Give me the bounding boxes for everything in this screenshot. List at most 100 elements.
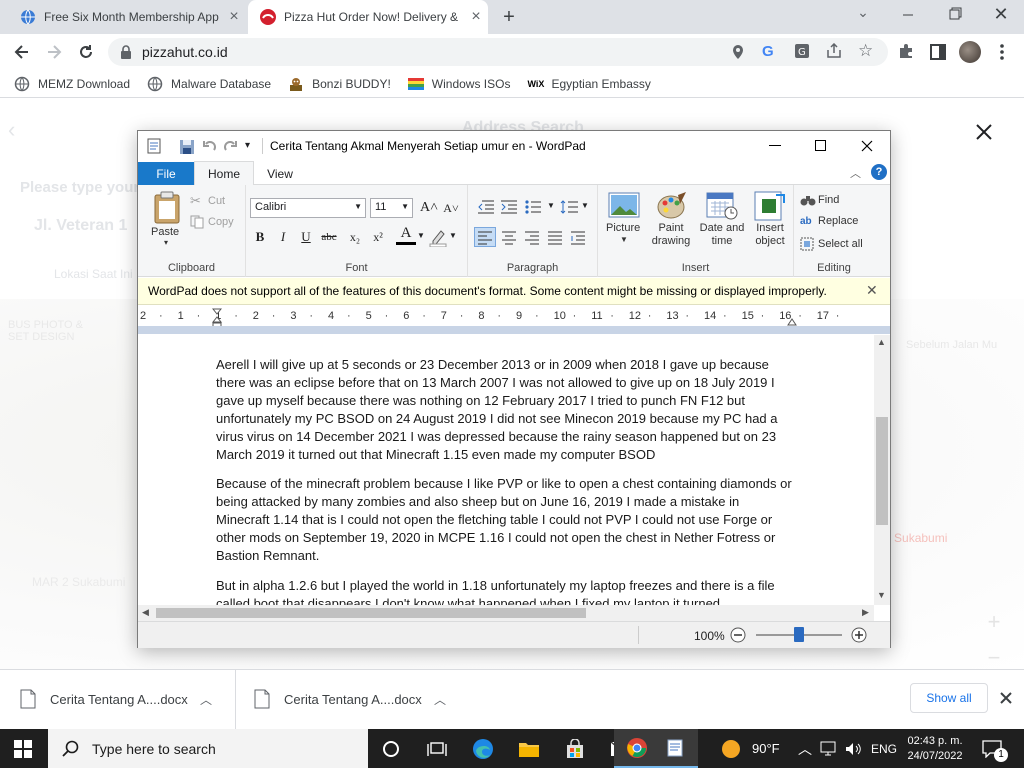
italic-button[interactable]: I	[273, 227, 293, 247]
translate-icon[interactable]: G	[794, 43, 810, 59]
right-indent-marker-icon[interactable]	[787, 316, 797, 326]
weather-widget[interactable]: 90°F	[722, 729, 780, 768]
input-language[interactable]: ENG	[871, 729, 897, 768]
decrease-indent-icon[interactable]	[476, 199, 496, 215]
bookmark-bonzi-buddy[interactable]: Bonzi BUDDY!	[288, 76, 391, 92]
line-spacing-icon[interactable]	[560, 199, 580, 215]
superscript-button[interactable]: x²	[368, 227, 388, 247]
tab-free-membership[interactable]: Free Six Month Membership App ×	[8, 0, 246, 34]
find-button[interactable]: Find	[800, 193, 839, 207]
scroll-up-icon[interactable]: ▲	[877, 337, 886, 347]
bold-button[interactable]: B	[250, 227, 270, 247]
tray-chevron-up-icon[interactable]: ︿	[798, 729, 812, 768]
help-icon[interactable]: ?	[871, 164, 887, 180]
bookmark-windows-isos[interactable]: Windows ISOs	[407, 76, 510, 92]
avatar[interactable]	[959, 41, 981, 63]
bookmark-memz[interactable]: MEMZ Download	[14, 76, 130, 92]
wordpad-maximize-button[interactable]	[798, 131, 844, 161]
chevron-up-icon[interactable]: ︿	[434, 691, 446, 708]
google-icon[interactable]: G	[762, 43, 778, 60]
save-icon[interactable]	[179, 139, 195, 155]
date-time-button[interactable]: Date and time	[698, 191, 746, 257]
align-right-button[interactable]	[522, 228, 542, 246]
grow-font-button[interactable]: A˄	[419, 198, 439, 218]
font-family-select[interactable]: Calibri ▼	[250, 198, 366, 218]
bookmark-malware-database[interactable]: Malware Database	[147, 76, 271, 92]
share-icon[interactable]	[826, 43, 842, 59]
align-center-button[interactable]	[499, 228, 519, 246]
zoom-in-map-icon[interactable]: +	[982, 609, 1006, 635]
justify-button[interactable]	[545, 228, 565, 246]
show-all-button[interactable]: Show all	[910, 683, 988, 713]
close-shelf-icon[interactable]	[998, 690, 1014, 706]
download-item[interactable]: Cerita Tentang A....docx ︿	[236, 669, 472, 729]
zoom-slider-thumb[interactable]	[794, 627, 804, 642]
scroll-down-icon[interactable]: ▼	[877, 590, 886, 600]
close-warning-icon[interactable]: ✕	[866, 282, 878, 299]
bookmark-egyptian-embassy[interactable]: WiX Egyptian Embassy	[527, 76, 650, 92]
close-modal-icon[interactable]	[972, 120, 996, 144]
wordpad-taskbar-icon[interactable]	[652, 729, 698, 768]
picture-button[interactable]: Picture ▼	[604, 191, 644, 257]
undo-icon[interactable]	[201, 138, 217, 154]
replace-button[interactable]: ab Replace	[800, 215, 858, 227]
redo-icon[interactable]	[223, 138, 239, 154]
cortana-icon[interactable]	[368, 729, 414, 768]
bookmark-star-icon[interactable]: ☆	[858, 41, 876, 61]
vertical-scroll-thumb[interactable]	[876, 417, 888, 525]
reload-icon[interactable]	[76, 42, 96, 62]
scroll-left-icon[interactable]: ◀	[142, 607, 149, 618]
underline-button[interactable]: U	[296, 227, 316, 247]
zoom-out-icon[interactable]	[730, 627, 746, 643]
tab-search-chevron-icon[interactable]: ⌄	[852, 4, 874, 21]
tab-view[interactable]: View	[258, 162, 302, 186]
forward-arrow-icon[interactable]	[44, 42, 64, 62]
tab-file[interactable]: File	[138, 162, 194, 186]
bullets-dropdown-icon[interactable]: ▼	[547, 201, 555, 210]
quick-access-dropdown-icon[interactable]: ▾	[245, 140, 257, 152]
paste-dropdown-icon[interactable]: ▾	[164, 238, 168, 247]
document-paragraph[interactable]: Aerell I will give up at 5 seconds or 23…	[216, 356, 796, 464]
microsoft-store-icon[interactable]	[552, 729, 598, 768]
restore-icon[interactable]	[944, 6, 966, 22]
menu-kebab-icon[interactable]	[996, 42, 1008, 62]
font-size-select[interactable]: 11 ▼	[370, 198, 413, 218]
paste-button[interactable]: Paste ▾	[148, 191, 186, 247]
zoom-out-map-icon[interactable]: −	[982, 645, 1006, 669]
bullets-icon[interactable]	[524, 199, 546, 215]
text-color-dropdown-icon[interactable]: ▼	[417, 231, 425, 240]
tab-pizza-hut[interactable]: Pizza Hut Order Now! Delivery & ×	[248, 0, 488, 34]
wordpad-minimize-button[interactable]	[752, 131, 798, 161]
file-explorer-icon[interactable]	[506, 729, 552, 768]
notifications-icon[interactable]: 1	[982, 729, 1008, 768]
edge-icon[interactable]	[460, 729, 506, 768]
close-tab-icon[interactable]: ×	[222, 8, 246, 26]
ruler[interactable]: 2 · 1 · 1 · 2 · 3 · 4 · 5 · 6 · 7 · 8 · 9 · 10 · 11 · 12 · 13 · 14 · 15 ·…	[138, 306, 890, 334]
download-item[interactable]: Cerita Tentang A....docx ︿	[0, 669, 236, 729]
new-tab-button[interactable]: +	[498, 6, 520, 28]
paint-drawing-button[interactable]: Paint drawing	[648, 191, 694, 257]
volume-icon[interactable]	[844, 729, 862, 768]
url-text[interactable]: pizzahut.co.id	[142, 44, 228, 60]
wordpad-app-icon[interactable]	[146, 138, 162, 154]
highlight-icon[interactable]	[429, 227, 447, 247]
chevron-up-icon[interactable]: ︿	[200, 691, 212, 708]
document-area[interactable]: Aerell I will give up at 5 seconds or 23…	[138, 335, 874, 605]
tab-home[interactable]: Home	[194, 161, 254, 186]
insert-object-button[interactable]: Insert object	[748, 191, 792, 257]
highlight-dropdown-icon[interactable]: ▼	[449, 231, 457, 240]
subscript-button[interactable]: x₂	[345, 227, 365, 247]
wordpad-close-button[interactable]	[844, 131, 890, 161]
document-paragraph[interactable]: But in alpha 1.2.6 but I played the worl…	[216, 577, 796, 605]
lock-icon[interactable]	[119, 44, 133, 60]
minimize-icon[interactable]	[897, 8, 919, 22]
location-pin-icon[interactable]	[730, 44, 746, 60]
back-chevron-icon[interactable]: ‹	[8, 117, 15, 143]
align-left-button[interactable]	[474, 227, 496, 247]
line-spacing-dropdown-icon[interactable]: ▼	[581, 201, 589, 210]
side-panel-icon[interactable]	[930, 44, 946, 60]
zoom-in-icon[interactable]	[851, 627, 867, 643]
shrink-font-button[interactable]: A˅	[441, 198, 461, 218]
document-paragraph[interactable]: Because of the minecraft problem because…	[216, 475, 796, 565]
vertical-scrollbar[interactable]: ▲ ▼	[874, 335, 890, 605]
